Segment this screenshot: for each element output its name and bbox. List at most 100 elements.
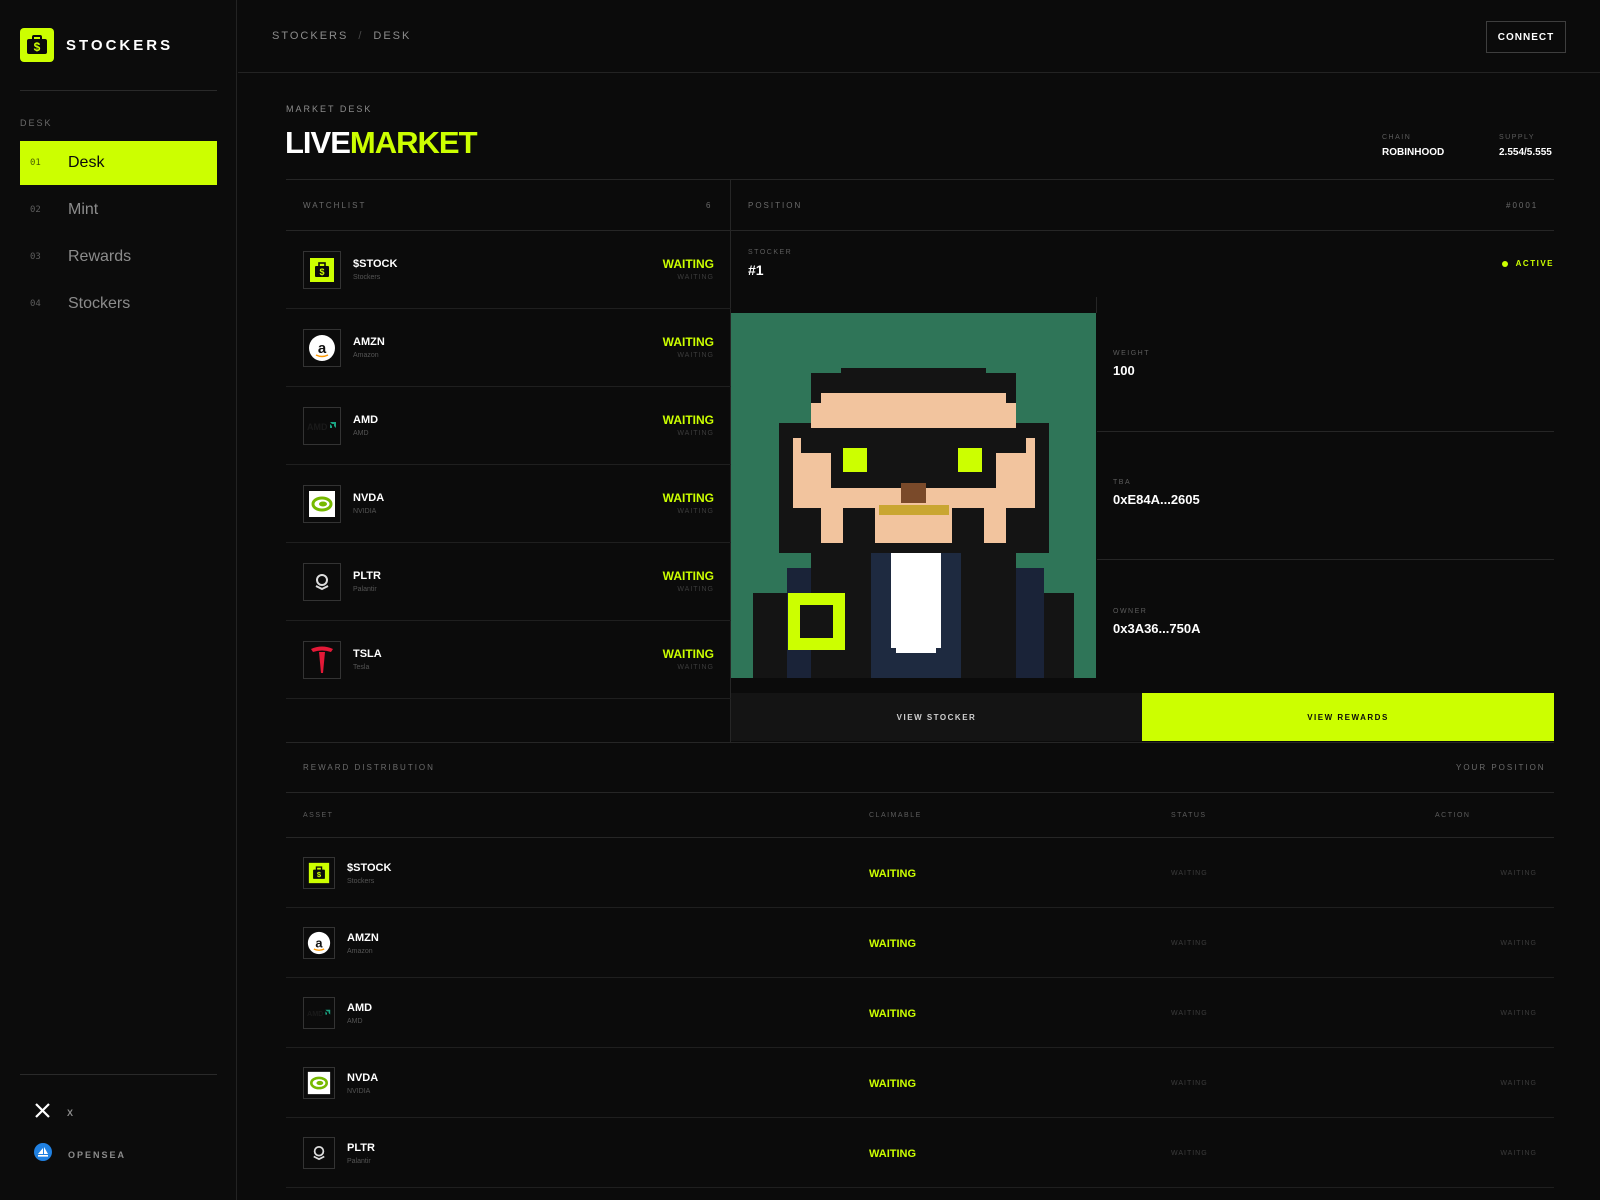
page-title: LIVEMARKET	[285, 125, 478, 161]
nvidia-logo-icon	[303, 484, 341, 523]
topbar: STOCKERS / DESK CONNECT	[238, 0, 1600, 73]
stat-value[interactable]: 0x3A36...750A	[1113, 621, 1200, 636]
ticker: $STOCK	[353, 258, 398, 270]
status-subtext: WAITING	[677, 664, 714, 671]
connect-button[interactable]: CONNECT	[1486, 21, 1566, 53]
company-name: Amazon	[347, 948, 373, 955]
stat-key: TBA	[1113, 479, 1132, 486]
claimable-value: WAITING	[869, 868, 917, 880]
stat-value[interactable]: 0xE84A...2605	[1113, 492, 1200, 507]
ticker: AMZN	[347, 932, 379, 944]
brand[interactable]: $ STOCKERS	[20, 28, 173, 62]
stocker-nft-image[interactable]	[731, 313, 1096, 678]
sidebar-item-rewards[interactable]: 03 Rewards	[20, 235, 217, 279]
brand-name: STOCKERS	[66, 36, 174, 54]
meta-supply: SUPPLY 2.554/5.555	[1499, 134, 1552, 158]
divider	[20, 1074, 217, 1075]
ticker: AMD	[353, 414, 379, 426]
table-row[interactable]: $ $STOCK Stockers WAITING WAITING WAITING	[286, 838, 1554, 908]
sidebar-item-stockers[interactable]: 04 Stockers	[20, 282, 217, 326]
breadcrumb-item-desk: DESK	[373, 30, 412, 42]
breadcrumb-item-stockers[interactable]: STOCKERS	[272, 30, 348, 42]
ticker: NVDA	[353, 492, 385, 504]
status-subtext: WAITING	[677, 430, 714, 437]
divider	[1097, 431, 1554, 432]
status-text: WAITING	[662, 491, 714, 505]
table-row[interactable]: NVDA NVIDIA WAITING WAITING WAITING	[286, 1048, 1554, 1118]
social-link-x[interactable]: X	[34, 1102, 75, 1124]
action-value[interactable]: WAITING	[1500, 870, 1537, 877]
company-name: Palantir	[347, 1158, 371, 1165]
sidebar-section-label: DESK	[20, 118, 53, 128]
ticker: AMZN	[353, 336, 385, 348]
view-rewards-button[interactable]: VIEW REWARDS	[1142, 693, 1554, 741]
amazon-logo-icon: a	[303, 328, 341, 367]
opensea-icon	[34, 1143, 52, 1166]
watchlist-item[interactable]: TSLA Tesla WAITING WAITING	[286, 621, 731, 699]
company-name: AMD	[347, 1018, 363, 1025]
palantir-logo-icon	[303, 1137, 335, 1169]
company-name: Tesla	[353, 664, 370, 671]
position-id: #0001	[1506, 201, 1539, 210]
watchlist-title: WATCHLIST	[303, 201, 367, 210]
table-row[interactable]: a AMZN Amazon WAITING WAITING WAITING	[286, 908, 1554, 978]
view-stocker-button[interactable]: VIEW STOCKER	[731, 693, 1142, 741]
stat-tba: TBA 0xE84A...2605	[1113, 479, 1200, 507]
status-value: WAITING	[1171, 1010, 1208, 1017]
status-value: WAITING	[1171, 940, 1208, 947]
column-header-action: ACTION	[1435, 812, 1471, 819]
watchlist-item[interactable]: a AMZN Amazon WAITING WAITING	[286, 309, 731, 387]
stockers-logo-icon: $	[20, 28, 54, 62]
watchlist-item[interactable]: PLTR Palantir WAITING WAITING	[286, 543, 731, 621]
svg-text:$: $	[34, 40, 41, 54]
nav-number: 04	[30, 299, 41, 309]
sidebar-item-desk[interactable]: 01 Desk	[20, 141, 217, 185]
table-row[interactable]: AMD AMD AMD WAITING WAITING WAITING	[286, 978, 1554, 1048]
action-value[interactable]: WAITING	[1500, 1080, 1537, 1087]
table-row[interactable]: PLTR Palantir WAITING WAITING WAITING	[286, 1118, 1554, 1188]
action-value[interactable]: WAITING	[1500, 1010, 1537, 1017]
watchlist-item[interactable]: NVDA NVIDIA WAITING WAITING	[286, 465, 731, 543]
column-header-asset: ASSET	[303, 812, 334, 819]
company-name: NVIDIA	[353, 508, 377, 515]
title-part-market: MARKET	[349, 125, 478, 160]
svg-text:$: $	[319, 267, 324, 277]
company-name: Palantir	[353, 586, 377, 593]
status-value: WAITING	[1171, 870, 1208, 877]
watchlist: $ $STOCK Stockers WAITING WAITING a AMZN Am…	[286, 231, 731, 699]
status-value: WAITING	[1171, 1080, 1208, 1087]
stocker-label: STOCKER	[748, 249, 793, 256]
company-name: Amazon	[353, 352, 379, 359]
ticker: NVDA	[347, 1072, 379, 1084]
svg-text:a: a	[318, 340, 327, 357]
stat-key: OWNER	[1113, 608, 1148, 615]
watchlist-item[interactable]: $ $STOCK Stockers WAITING WAITING	[286, 231, 731, 309]
sidebar-nav: 01 Desk 02 Mint 03 Rewards 04 Stockers	[20, 141, 217, 329]
nav-label: Mint	[68, 201, 99, 218]
ticker: PLTR	[353, 570, 381, 582]
nav-number: 01	[30, 158, 41, 168]
status-text: WAITING	[662, 647, 714, 661]
action-value[interactable]: WAITING	[1500, 1150, 1537, 1157]
status-text: WAITING	[662, 413, 714, 427]
social-link-opensea[interactable]: OPENSEA	[34, 1143, 126, 1166]
column-header-status: STATUS	[1171, 812, 1207, 819]
status-subtext: WAITING	[677, 586, 714, 593]
nvidia-logo-icon	[303, 1067, 335, 1099]
company-name: Stockers	[353, 274, 381, 281]
divider	[1097, 559, 1554, 560]
sidebar-item-mint[interactable]: 02 Mint	[20, 188, 217, 232]
title-part-live: LIVE	[285, 125, 351, 160]
stat-value: 100	[1113, 363, 1135, 378]
rewards-table: $ $STOCK Stockers WAITING WAITING WAITING…	[286, 838, 1554, 1188]
stocker-id: #1	[748, 262, 764, 278]
status-text: WAITING	[662, 569, 714, 583]
watchlist-item[interactable]: AMD AMD AMD WAITING WAITING	[286, 387, 731, 465]
position-title: POSITION	[748, 201, 803, 210]
status-badge: ACTIVE	[1501, 259, 1554, 268]
claimable-value: WAITING	[869, 1008, 917, 1020]
stat-key: WEIGHT	[1113, 350, 1150, 357]
column-header-claimable: CLAIMABLE	[869, 812, 922, 819]
action-value[interactable]: WAITING	[1500, 940, 1537, 947]
sidebar: $ STOCKERS DESK 01 Desk 02 Mint 03 Rewar…	[0, 0, 237, 1200]
